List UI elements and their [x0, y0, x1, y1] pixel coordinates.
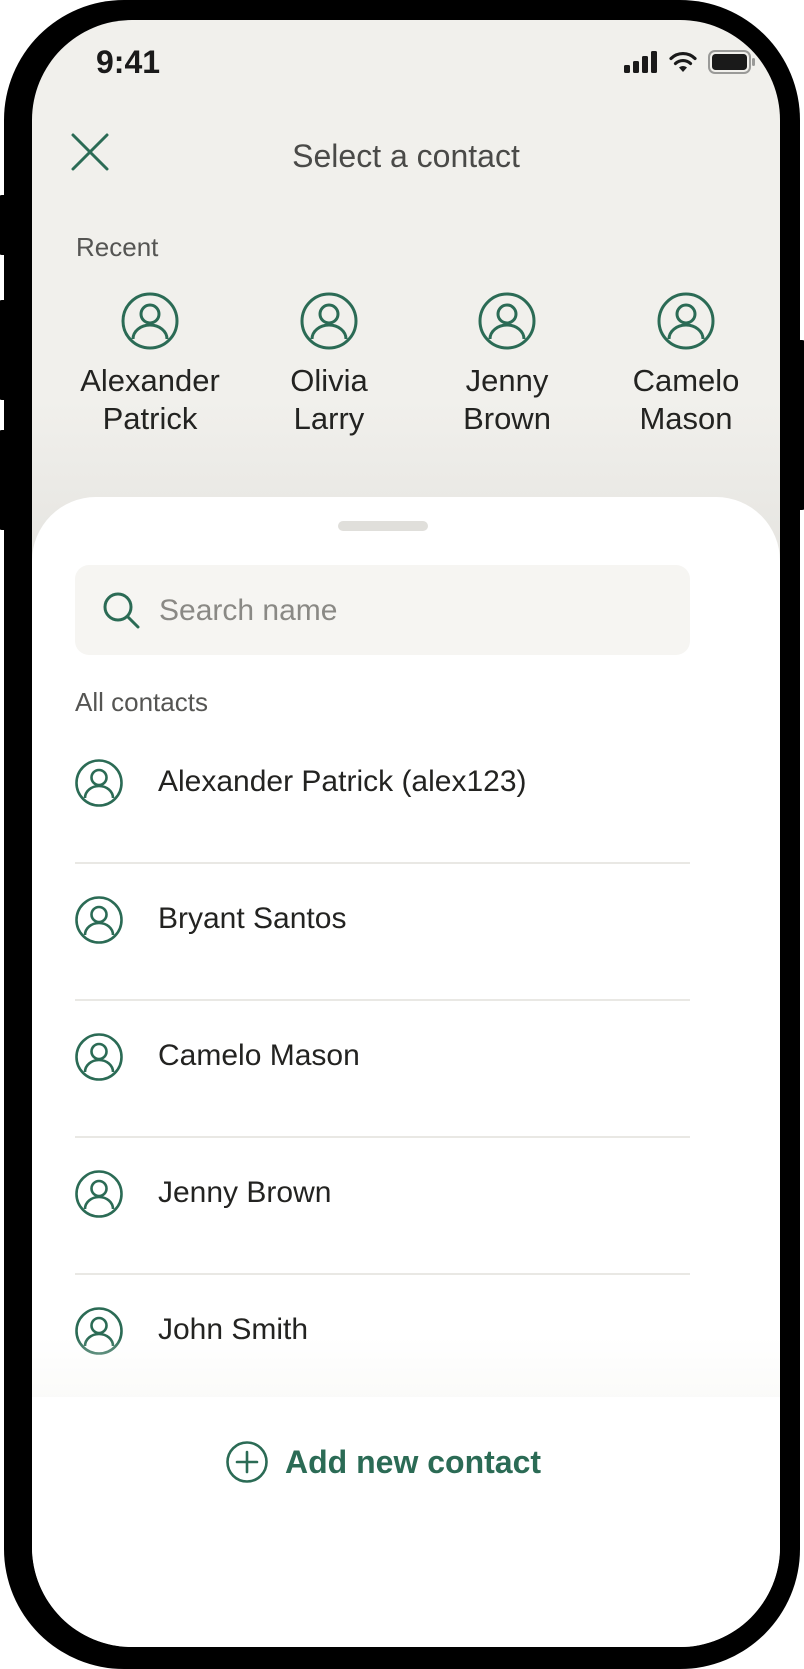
recent-contact-item[interactable]: Camelo Mason	[601, 292, 771, 438]
device-side-button	[794, 340, 804, 510]
search-bar	[75, 565, 690, 657]
contact-name: Jenny Brown	[158, 1176, 332, 1209]
contact-name: Camelo Mason	[158, 1039, 360, 1072]
contact-list-item[interactable]: Camelo Mason	[75, 1001, 690, 1138]
contact-list-item[interactable]: Bryant Santos	[75, 864, 690, 1001]
contacts-bottom-sheet: All contacts Alexander Patrick (alex123)	[32, 497, 780, 1647]
contact-name: Bryant Santos	[158, 902, 347, 935]
recent-contacts-row: Alexander Patrick Olivia Larry Jenny Bro…	[32, 292, 780, 452]
contact-list-item[interactable]: Alexander Patrick (alex123)	[75, 727, 690, 864]
battery-icon	[708, 50, 755, 74]
contact-list-item[interactable]: John Smith	[75, 1275, 690, 1410]
cellular-signal-icon	[624, 51, 657, 73]
user-avatar-icon	[657, 292, 715, 350]
user-avatar-icon	[75, 1307, 123, 1355]
recent-contact-name: Olivia Larry	[290, 363, 368, 436]
sheet-drag-handle[interactable]	[338, 521, 428, 531]
device-frame: 9:41 Select a contact Recent Alexander P…	[0, 0, 804, 1669]
contact-list: Alexander Patrick (alex123) Bryant Santo…	[75, 727, 690, 1410]
status-bar: 9:41	[32, 20, 780, 110]
contact-name: Alexander Patrick (alex123)	[158, 765, 527, 798]
search-input[interactable]	[157, 565, 671, 657]
all-contacts-label: All contacts	[75, 687, 208, 717]
recent-contact-name: Camelo Mason	[632, 363, 740, 436]
recent-contact-item[interactable]: Jenny Brown	[422, 292, 592, 438]
recent-contact-name: Alexander Patrick	[80, 363, 220, 436]
add-circle-icon	[226, 1441, 268, 1483]
page-title: Select a contact	[292, 138, 520, 174]
screen: 9:41 Select a contact Recent Alexander P…	[32, 20, 780, 1647]
status-icons	[624, 50, 756, 74]
user-avatar-icon	[300, 292, 358, 350]
add-new-contact-label: Add new contact	[285, 1443, 542, 1480]
header: Select a contact	[32, 120, 780, 200]
status-time: 9:41	[96, 44, 161, 80]
contact-list-item[interactable]: Jenny Brown	[75, 1138, 690, 1275]
user-avatar-icon	[75, 896, 123, 944]
user-avatar-icon	[75, 759, 123, 807]
device-side-button	[0, 300, 10, 400]
add-new-contact-button[interactable]: Add new contact	[225, 1437, 541, 1487]
recent-contact-item[interactable]: Olivia Larry	[244, 292, 414, 438]
user-avatar-icon	[75, 1170, 123, 1218]
contact-name: John Smith	[158, 1313, 309, 1346]
device-side-button	[0, 430, 10, 530]
user-avatar-icon	[75, 1033, 123, 1081]
user-avatar-icon	[478, 292, 536, 350]
search-icon	[103, 592, 140, 629]
device-side-button	[0, 195, 10, 255]
user-avatar-icon	[121, 292, 179, 350]
recent-contact-name: Jenny Brown	[463, 363, 551, 436]
recent-contact-item[interactable]: Alexander Patrick	[65, 292, 235, 438]
recent-section-label: Recent	[76, 232, 159, 262]
wifi-icon	[669, 51, 697, 72]
